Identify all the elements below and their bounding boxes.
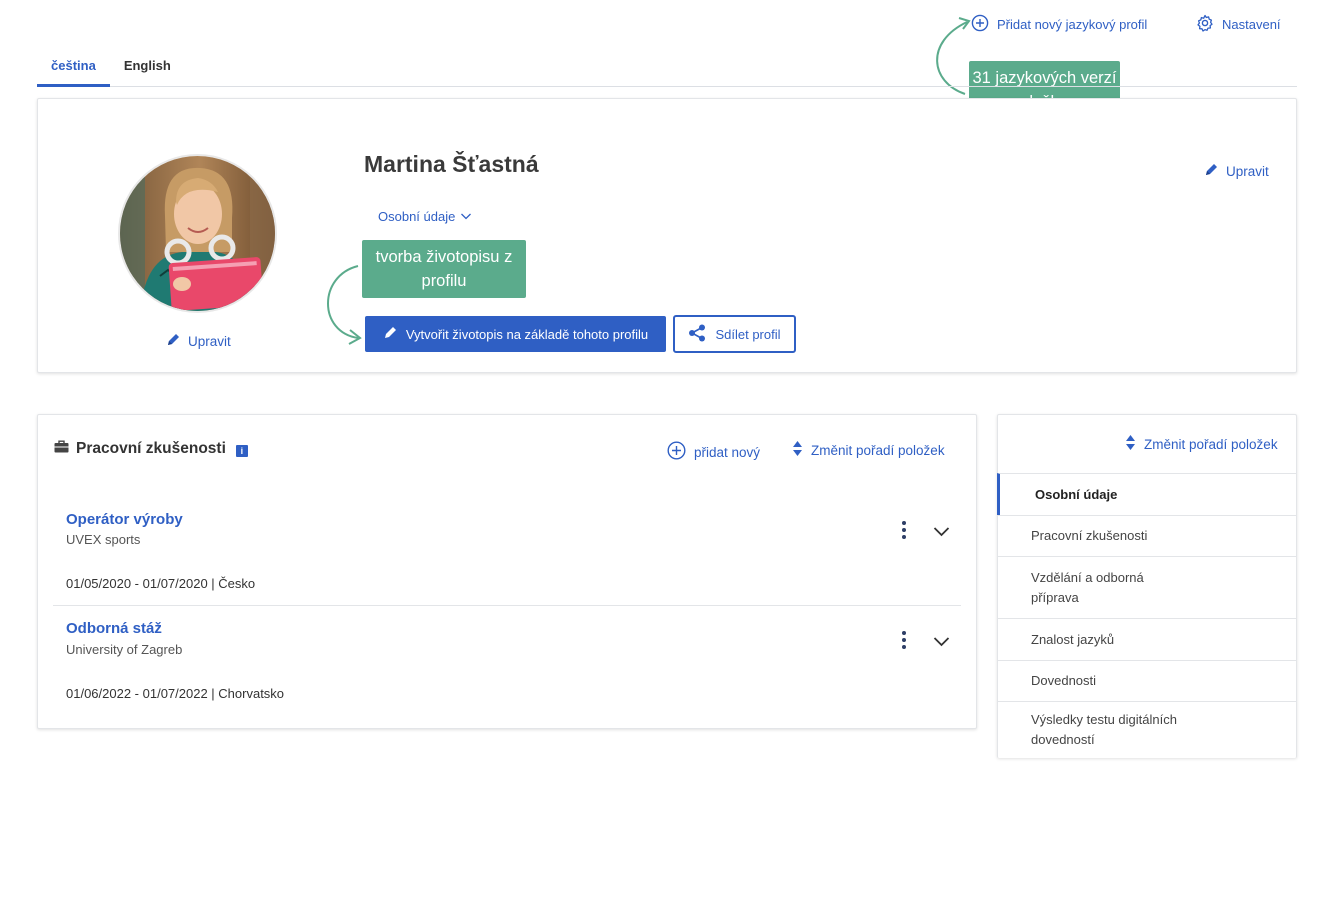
create-cv-label: Vytvořit životopis na základě tohoto pro… [405,326,649,342]
reorder-sections-label: Změnit pořadí položek [1144,436,1278,452]
personal-details-label: Osobní údaje [378,209,456,224]
work-experience-title: Pracovní zkušenosti [76,440,226,457]
job-dates: 01/05/2020 - 01/07/2020 | Česko [66,576,256,591]
sidebar-item-personal[interactable]: Osobní údaje [997,473,1297,515]
more-options-icon[interactable] [894,518,914,542]
settings-label: Nastavení [1222,17,1281,32]
chevron-down-icon[interactable] [933,524,950,542]
photo-edit-link[interactable]: Upravit [166,332,231,350]
add-work-experience-button[interactable]: přidat nový [667,441,760,463]
job-title[interactable]: Odborná stáž [66,620,162,637]
add-language-profile-link[interactable]: Přidat nový jazykový profil [971,14,1147,35]
pencil-icon [166,332,181,350]
photo-edit-label: Upravit [188,333,231,349]
create-cv-button[interactable]: Vytvořit životopis na základě tohoto pro… [365,316,666,352]
sidebar-item-education[interactable]: Vzdělání a odborná příprava [997,556,1297,618]
gear-icon [1196,14,1214,35]
plus-circle-icon [667,441,686,463]
reorder-label: Změnit pořadí položek [811,442,945,458]
pencil-icon [1204,162,1219,180]
sidebar-item-skills[interactable]: Dovednosti [997,660,1297,701]
sort-icon [792,440,803,460]
tab-english[interactable]: English [110,50,185,87]
divider [53,605,961,606]
profile-name: Martina Šťastná [364,151,539,177]
settings-link[interactable]: Nastavení [1196,14,1281,35]
job-company: University of Zagreb [66,642,183,657]
job-dates: 01/06/2022 - 01/07/2022 | Chorvatsko [66,686,285,701]
add-language-profile-label: Přidat nový jazykový profil [997,17,1148,32]
tab-cestina[interactable]: čeština [37,50,110,87]
work-experience-card [37,414,977,729]
annotation-arrow-down [327,265,362,345]
pencil-icon [383,325,398,343]
profile-edit-label: Upravit [1226,163,1269,179]
add-new-label: přidat nový [694,444,761,460]
avatar [118,154,277,313]
work-experience-heading: Pracovní zkušenosti i [54,440,248,458]
job-company: UVEX sports [66,532,141,547]
sidebar-item-languages[interactable]: Znalost jazyků [997,618,1297,660]
personal-details-toggle[interactable]: Osobní údaje [378,209,472,224]
info-icon[interactable]: i [235,444,248,457]
chevron-down-icon[interactable] [933,634,950,652]
language-tabs: čeština English [37,50,1297,87]
sort-icon [1125,434,1136,454]
share-icon [688,324,706,345]
briefcase-icon [54,440,69,458]
share-profile-button[interactable]: Sdílet profil [673,315,796,353]
chevron-down-icon [460,209,472,224]
sidebar-item-digital-skills[interactable]: Výsledky testu digitálních dovedností [997,701,1297,758]
section-nav-list: Osobní údaje Pracovní zkušenosti Vzdělán… [997,473,1297,758]
share-profile-label: Sdílet profil [715,326,781,342]
reorder-sections-button[interactable]: Změnit pořadí položek [1125,434,1278,454]
annotation-cv-from-profile: tvorba životopisu z profilu [362,240,526,298]
job-title[interactable]: Operátor výroby [66,511,183,528]
reorder-work-button[interactable]: Změnit pořadí položek [792,440,945,460]
sidebar-item-work[interactable]: Pracovní zkušenosti [997,515,1297,556]
more-options-icon[interactable] [894,628,914,652]
profile-edit-link[interactable]: Upravit [1204,162,1269,180]
